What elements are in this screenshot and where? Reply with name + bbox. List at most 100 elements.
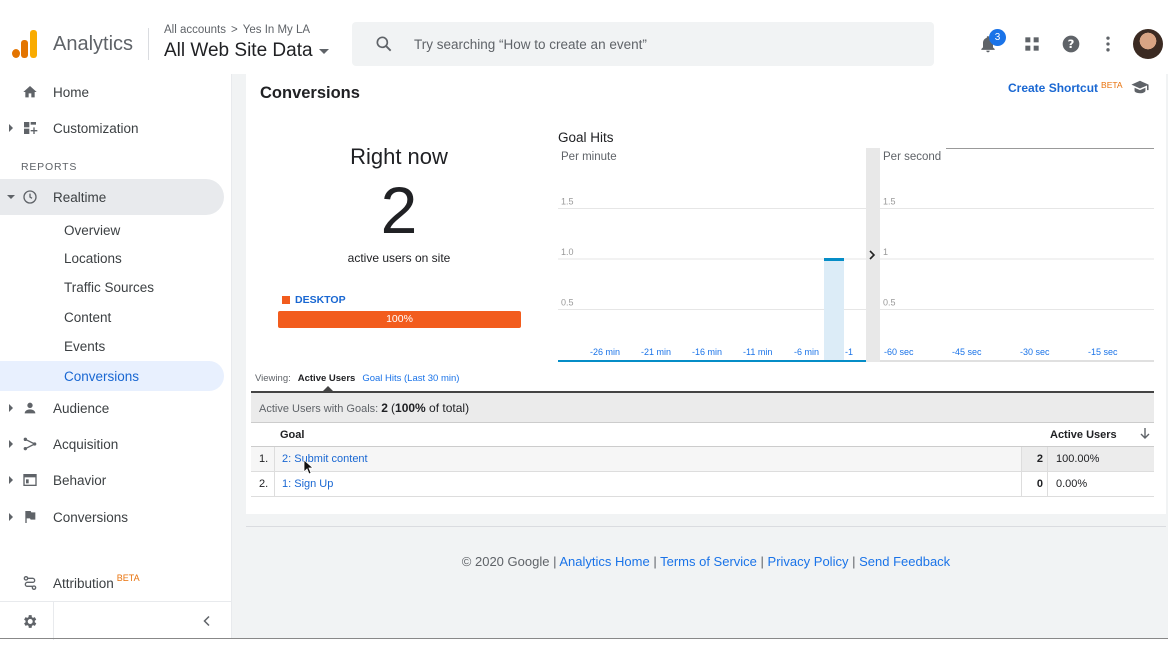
- sidebar-subitem-overview[interactable]: Overview: [0, 215, 224, 245]
- x-tick-label: -16 min: [692, 347, 722, 357]
- device-label: DESKTOP: [295, 294, 346, 306]
- collapse-sidebar-icon[interactable]: [201, 615, 213, 627]
- analytics-logo[interactable]: [12, 30, 40, 58]
- avatar[interactable]: [1133, 29, 1163, 59]
- expand-arrow-icon: [9, 440, 13, 448]
- active-users-percent: 100.00%: [1048, 447, 1154, 471]
- page-title: Conversions: [260, 84, 360, 102]
- summary-percent: (100% of total): [391, 401, 469, 415]
- sidebar-item-customization[interactable]: Customization: [0, 110, 224, 146]
- expand-arrow-icon: [9, 476, 13, 484]
- chart-panel-title: Per minute: [561, 151, 617, 163]
- x-tick-label: -30 sec: [1020, 347, 1050, 357]
- home-icon: [23, 86, 37, 98]
- sidebar-subitem-content[interactable]: Content: [0, 302, 224, 332]
- viewing-goal-hits-tab[interactable]: Goal Hits (Last 30 min): [362, 373, 459, 384]
- y-tick-label: 1.5: [561, 197, 574, 207]
- sidebar-subitem-label: Content: [64, 309, 112, 325]
- view-selector[interactable]: All Web Site Data: [164, 40, 329, 62]
- footer-separator: |: [760, 554, 764, 569]
- sidebar-subitem-label: Traffic Sources: [64, 279, 155, 295]
- sidebar-item-behavior[interactable]: Behavior: [0, 462, 224, 498]
- table-header: Goal Active Users: [251, 423, 1154, 447]
- sidebar-item-label: Acquisition: [53, 436, 119, 452]
- main-content: Conversions Create Shortcut BETA Right no…: [232, 74, 1168, 639]
- terms-link[interactable]: Terms of Service: [660, 554, 757, 569]
- beta-badge: BETA: [1101, 80, 1123, 90]
- goal-link[interactable]: 1: Sign Up: [282, 478, 333, 490]
- row-index: 1.: [251, 447, 275, 471]
- view-name: All Web Site Data: [164, 40, 313, 61]
- apps-grid-icon[interactable]: [1022, 34, 1042, 54]
- sidebar-subitem-label: Events: [64, 338, 106, 354]
- more-vert-icon[interactable]: [1098, 34, 1118, 54]
- chart-bar-cap: [824, 258, 844, 261]
- right-now-title: Right now: [350, 144, 448, 169]
- sidebar-item-home[interactable]: Home: [0, 74, 224, 110]
- sort-descending-icon[interactable]: [1140, 428, 1150, 440]
- sidebar-item-attribution[interactable]: Attribution BETA: [0, 565, 224, 601]
- search-placeholder: Try searching “How to create an event”: [414, 37, 647, 52]
- sidebar: Home Customization REPORTS Realtime Over…: [0, 74, 232, 640]
- notification-badge: 3: [989, 29, 1006, 46]
- y-tick-label: 1.5: [883, 197, 896, 207]
- feedback-link[interactable]: Send Feedback: [859, 554, 950, 569]
- top-bar: Analytics All accounts > Yes In My LA All …: [0, 0, 1168, 74]
- x-tick-label: -11 min: [743, 347, 772, 357]
- reports-section-label: REPORTS: [21, 161, 78, 173]
- x-tick-label: -60 sec: [884, 347, 914, 357]
- create-shortcut-button[interactable]: Create Shortcut BETA: [1008, 80, 1123, 95]
- sidebar-item-conversions[interactable]: Conversions: [0, 499, 224, 535]
- x-tick-label: -21 min: [641, 347, 671, 357]
- sidebar-item-label: Audience: [53, 400, 110, 416]
- help-icon[interactable]: ?: [1061, 34, 1081, 54]
- active-users-value: 0: [1021, 472, 1048, 496]
- active-users-percent: 0.00%: [1056, 478, 1088, 490]
- active-users-value: 2: [1021, 447, 1048, 471]
- sidebar-item-label: Conversions: [53, 509, 129, 525]
- summary-bar: Active Users with Goals: 2 (100% of tota…: [251, 391, 1154, 423]
- active-users-column-header[interactable]: Active Users: [1050, 429, 1117, 441]
- sidebar-subitem-conversions[interactable]: Conversions: [0, 361, 224, 391]
- chart-panel-title: Per second: [883, 151, 941, 163]
- sidebar-subitem-events[interactable]: Events: [0, 331, 224, 361]
- gear-icon[interactable]: [21, 613, 38, 630]
- person-icon: [24, 402, 36, 414]
- row-index: 2.: [251, 472, 275, 496]
- viewing-active-users-tab[interactable]: Active Users: [298, 373, 355, 392]
- summary-percent-value: 100%: [395, 401, 426, 415]
- table-row: 1. 2: Submit content 2 100.00%: [251, 447, 1154, 472]
- breadcrumb-root[interactable]: All accounts: [164, 24, 226, 36]
- privacy-link[interactable]: Privacy Policy: [768, 554, 849, 569]
- beta-badge: BETA: [116, 572, 140, 583]
- footer-divider: [246, 526, 1166, 527]
- sidebar-item-realtime[interactable]: Realtime: [0, 179, 224, 215]
- app-name: Analytics: [53, 33, 134, 55]
- x-tick-label: -26 min: [590, 347, 620, 357]
- y-tick-label: 1: [883, 247, 888, 257]
- graduation-cap-icon[interactable]: [1130, 80, 1150, 94]
- search-bar[interactable]: Try searching “How to create an event”: [352, 22, 934, 66]
- legend-swatch: [282, 296, 290, 304]
- sidebar-item-audience[interactable]: Audience: [0, 390, 224, 426]
- goal-column-header[interactable]: Goal: [280, 429, 304, 441]
- sidebar-subitem-label: Conversions: [64, 368, 140, 384]
- sidebar-subitem-locations[interactable]: Locations: [0, 243, 224, 273]
- sidebar-item-acquisition[interactable]: Acquisition: [0, 426, 224, 462]
- analytics-home-link[interactable]: Analytics Home: [559, 554, 649, 569]
- caret-down-icon: [318, 48, 329, 54]
- breadcrumb-account[interactable]: Yes In My LA: [243, 24, 310, 36]
- x-tick-label: -6 min: [794, 347, 819, 357]
- sidebar-subitem-traffic-sources[interactable]: Traffic Sources: [0, 272, 224, 302]
- goal-link[interactable]: 2: Submit content: [282, 453, 368, 465]
- window-bottom-edge: [0, 638, 1168, 639]
- flag-icon: [25, 511, 36, 523]
- x-tick-label: -15 sec: [1088, 347, 1118, 357]
- breadcrumb-separator: >: [231, 24, 238, 36]
- active-users-count: 2: [380, 173, 418, 247]
- header-divider: [148, 28, 149, 60]
- goal-hits-charts: Per minute 1.5 1.0 0.5 -26 min -21 min -16 min…: [558, 148, 1154, 362]
- account-breadcrumb[interactable]: All accounts > Yes In My LA: [164, 24, 310, 36]
- x-tick-label: -45 sec: [952, 347, 982, 357]
- dashboard-icon: [24, 122, 38, 134]
